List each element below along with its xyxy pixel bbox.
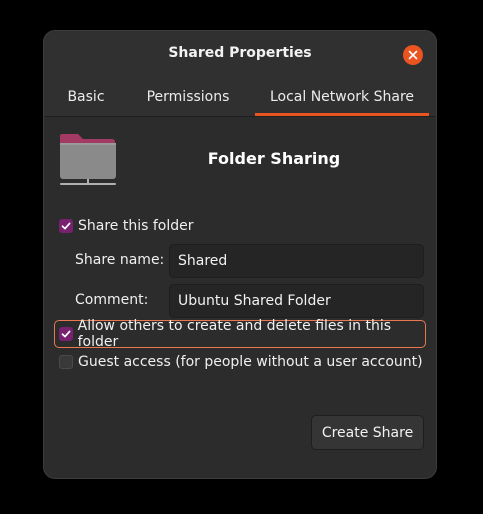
checkbox-checked-icon xyxy=(59,219,73,233)
tab-permissions[interactable]: Permissions xyxy=(140,78,236,116)
page-heading: Folder Sharing xyxy=(207,149,341,168)
allow-others-checkbox[interactable]: Allow others to create and delete files … xyxy=(54,318,426,350)
window-title: Shared Properties xyxy=(168,45,312,61)
tabs-divider xyxy=(44,116,436,117)
create-share-button[interactable]: Create Share xyxy=(311,415,424,450)
guest-access-label: Guest access (for people without a user … xyxy=(78,354,423,370)
share-folder-checkbox[interactable]: Share this folder xyxy=(59,218,194,234)
folder-share-icon xyxy=(59,133,117,187)
guest-access-checkbox[interactable]: Guest access (for people without a user … xyxy=(59,354,423,370)
comment-label: Comment: xyxy=(75,292,149,308)
comment-input[interactable] xyxy=(169,284,424,318)
checkbox-unchecked-icon xyxy=(59,355,73,369)
tab-basic[interactable]: Basic xyxy=(57,78,115,116)
tab-local-network-share[interactable]: Local Network Share xyxy=(255,78,429,116)
share-folder-label: Share this folder xyxy=(78,218,194,234)
close-button[interactable] xyxy=(403,45,423,65)
tab-bar: Basic Permissions Local Network Share xyxy=(44,78,436,116)
close-icon xyxy=(408,50,418,60)
checkbox-checked-icon xyxy=(59,327,73,341)
share-name-label: Share name: xyxy=(75,252,165,268)
titlebar: Shared Properties xyxy=(44,31,436,78)
share-name-input[interactable] xyxy=(169,244,424,278)
allow-others-label: Allow others to create and delete files … xyxy=(77,318,392,350)
shared-properties-dialog: Shared Properties Basic Permissions Loca… xyxy=(43,30,437,479)
